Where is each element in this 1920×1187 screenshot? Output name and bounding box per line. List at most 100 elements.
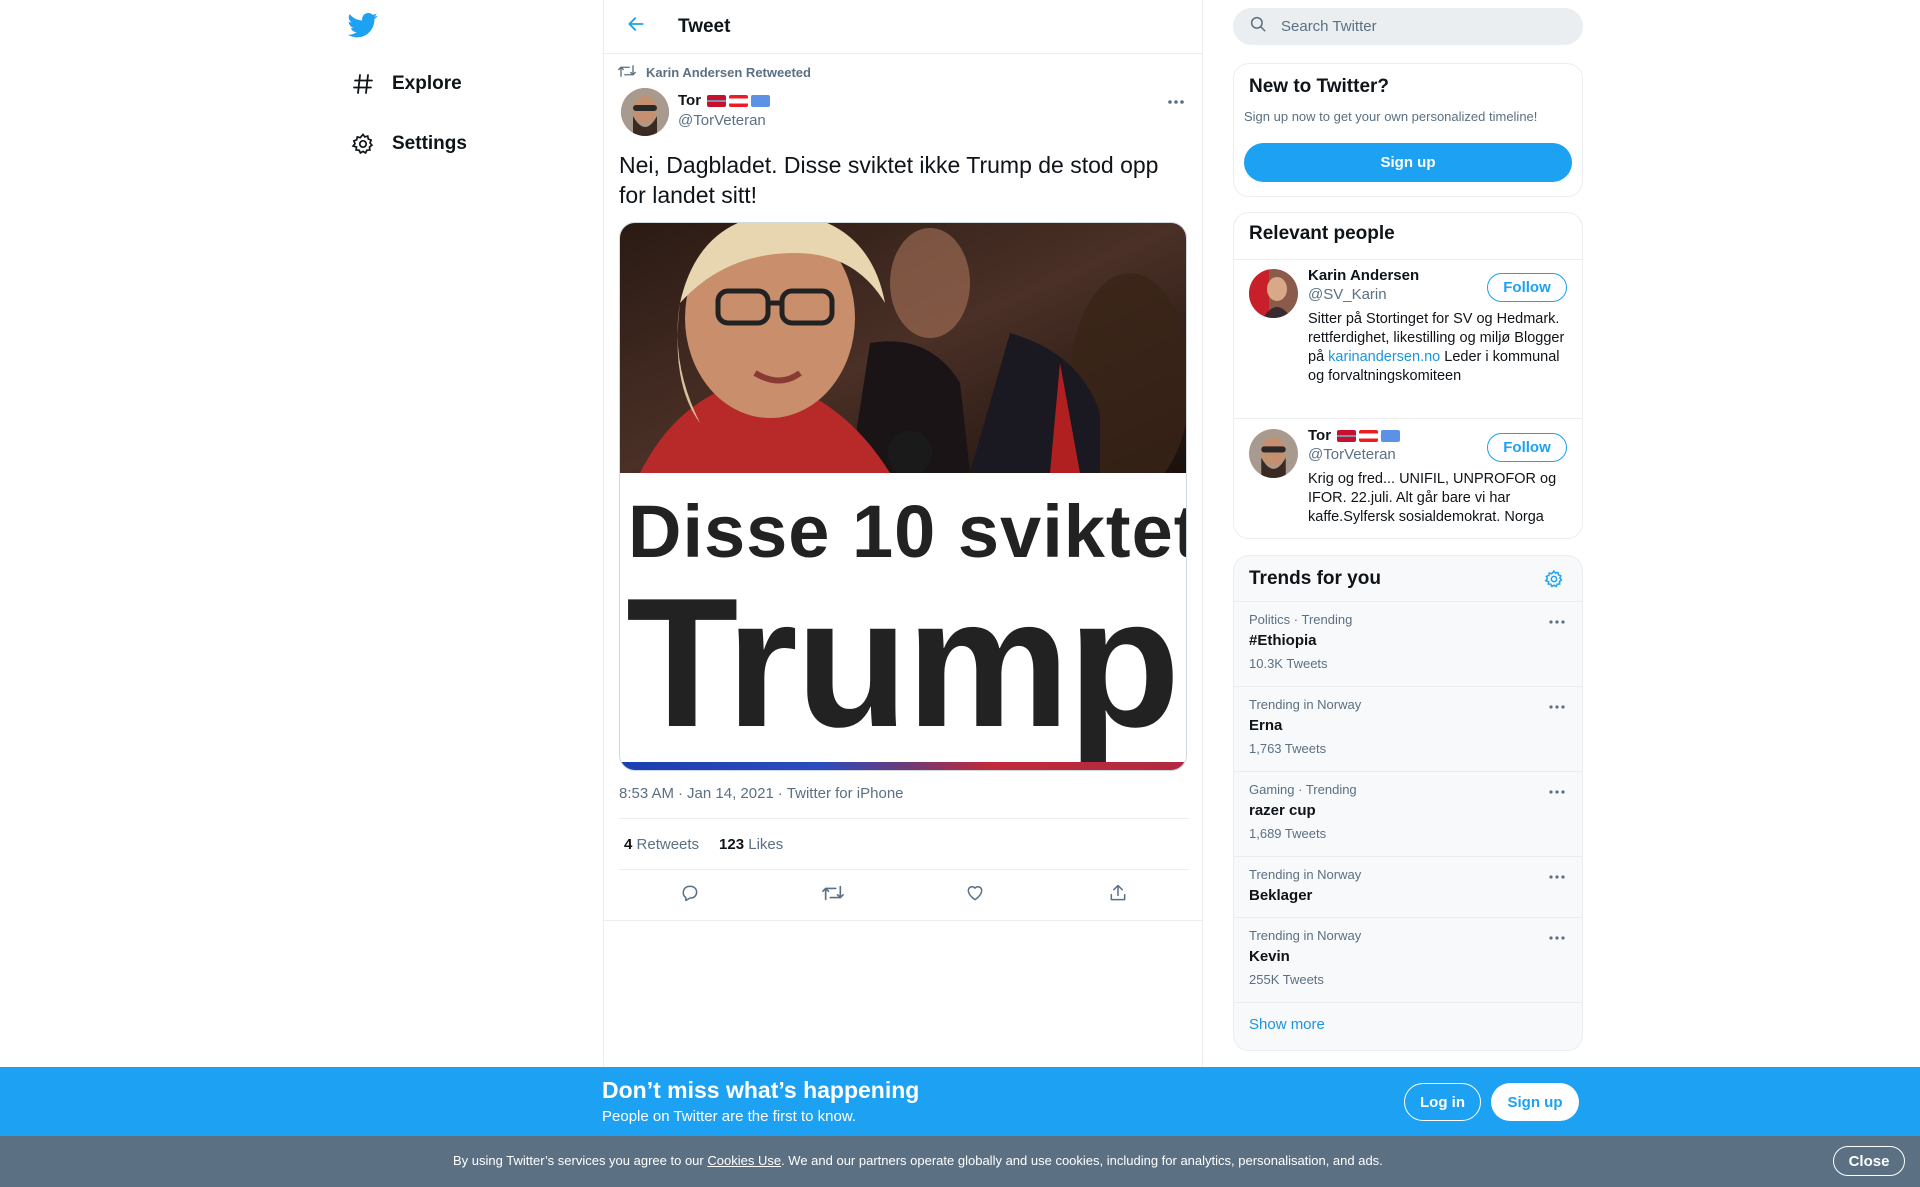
trend-name: razer cup [1249,802,1316,819]
nav-explore[interactable]: Explore [348,64,462,104]
cookies-use-link[interactable]: Cookies Use [707,1153,781,1168]
search-icon [1249,15,1267,38]
banner-subtitle: People on Twitter are the first to know. [602,1108,857,1125]
like-button[interactable] [958,878,992,912]
more-dots-icon[interactable] [1546,869,1568,885]
likes-count: 123 [719,835,745,853]
share-button[interactable] [1101,878,1135,912]
more-dots-icon[interactable] [1546,614,1568,630]
divider [1234,259,1582,260]
trend-item[interactable]: Trending in Norway Beklager [1234,856,1582,917]
cookie-text: By using Twitter’s services you agree to… [453,1153,1383,1168]
tweet-meta: 8:53 AM · Jan 14, 2021 · Twitter for iPh… [619,785,904,802]
new-to-twitter-title: New to Twitter? [1249,76,1390,97]
trend-item[interactable]: Trending in Norway Kevin 255K Tweets [1234,917,1582,1002]
nav-settings-label: Settings [392,133,467,154]
tweet-time[interactable]: 8:53 AM [619,785,674,802]
divider [604,920,1203,921]
trend-count: 255K Tweets [1249,972,1324,987]
main-header: Tweet [604,0,1202,54]
media-headline-area: Disse 10 sviktet Trump [620,473,1186,770]
lebanon-flag-icon [729,94,749,107]
author-handle[interactable]: @TorVeteran [678,112,766,129]
search-input[interactable] [1281,18,1551,35]
more-dots-icon [1167,92,1185,110]
nav-settings[interactable]: Settings [348,124,467,164]
person-name[interactable]: Tor [1308,427,1401,444]
cookie-banner: By using Twitter’s services you agree to… [0,1136,1920,1187]
tweet-media-image[interactable]: Disse 10 sviktet Trump [619,222,1187,771]
signup-button[interactable]: Sign up [1491,1083,1579,1121]
trend-item[interactable]: Trending in Norway Erna 1,763 Tweets [1234,686,1582,771]
arrow-left-icon [626,14,646,39]
trend-item[interactable]: Gaming · Trending razer cup 1,689 Tweets [1234,771,1582,856]
reply-icon [680,883,700,908]
banner-title: Don’t miss what’s happening [602,1077,920,1103]
trend-category: Trending in Norway [1249,697,1362,712]
likes-stat[interactable]: 123 Likes [719,836,783,853]
new-to-twitter-card: New to Twitter? Sign up now to get your … [1233,63,1583,197]
retweeted-by[interactable]: Karin Andersen Retweeted [618,63,811,82]
login-button[interactable]: Log in [1404,1083,1481,1121]
trend-name: Kevin [1249,948,1290,965]
trend-category: Trending in Norway [1249,928,1362,943]
twitter-bird-icon[interactable] [347,10,380,42]
bio-link[interactable]: karinandersen.no [1328,349,1440,365]
trend-count: 1,689 Tweets [1249,826,1327,841]
trend-count: 1,763 Tweets [1249,741,1327,756]
trend-category: Trending in Norway [1249,867,1362,882]
sidebar-signup-button[interactable]: Sign up [1244,143,1572,182]
person-name[interactable]: Karin Andersen [1308,267,1419,284]
follow-button[interactable]: Follow [1487,273,1567,302]
likes-label: Likes [748,835,784,853]
norway-flag-icon [707,94,727,107]
person-bio: Krig og fred... UNIFIL, UNPROFOR og IFOR… [1308,471,1557,525]
divider [1234,1002,1582,1003]
trend-category: Politics · Trending [1249,612,1353,627]
cookie-close-button[interactable]: Close [1833,1146,1905,1176]
more-dots-icon[interactable] [1546,930,1568,946]
nav-explore-label: Explore [392,73,462,94]
search-box[interactable] [1233,8,1583,45]
show-more-link[interactable]: Show more [1249,1016,1325,1033]
retweet-button[interactable] [816,878,850,912]
back-button[interactable] [618,9,654,45]
trends-settings-button[interactable] [1542,569,1566,593]
person-handle[interactable]: @TorVeteran [1308,446,1396,463]
retweets-label: Retweets [636,835,700,853]
tweet-date[interactable]: Jan 14, 2021 [687,785,774,802]
person-handle[interactable]: @SV_Karin [1308,286,1387,303]
more-dots-icon[interactable] [1546,784,1568,800]
reply-button[interactable] [673,878,707,912]
tweet-stats: 4 Retweets 123 Likes [619,818,1189,870]
retweets-stat[interactable]: 4 Retweets [624,836,699,853]
trend-name: Beklager [1249,887,1313,904]
more-dots-icon[interactable] [1546,699,1568,715]
media-stripe [620,762,1186,770]
divider [1234,418,1582,419]
trend-name: Erna [1249,717,1283,734]
un-flag-icon [751,94,771,107]
tweet-source[interactable]: Twitter for iPhone [787,785,904,802]
person-avatar[interactable] [1249,429,1298,478]
un-flag-icon [1381,429,1401,442]
person-bio: Sitter på Stortinget for SV og Hedmark. … [1308,311,1565,384]
heart-icon [965,883,985,908]
tweet-more-button[interactable] [1164,92,1188,110]
retweeted-by-label: Karin Andersen Retweeted [646,65,811,80]
share-icon [1108,883,1128,908]
signup-banner: Don’t miss what’s happening People on Tw… [0,1067,1920,1136]
hashtag-icon [348,69,378,99]
trend-count: 10.3K Tweets [1249,656,1328,671]
trend-category: Gaming · Trending [1249,782,1357,797]
page-title: Tweet [678,15,731,37]
follow-button[interactable]: Follow [1487,433,1567,462]
author-avatar[interactable] [621,88,669,136]
person-avatar[interactable] [1249,269,1298,318]
media-photo [620,223,1186,493]
trend-item[interactable]: Politics · Trending #Ethiopia 10.3K Twee… [1234,601,1582,686]
retweet-icon [821,883,844,908]
author-name[interactable]: Tor [678,92,771,109]
trends-title: Trends for you [1249,568,1381,589]
relevant-people-title: Relevant people [1249,223,1395,244]
